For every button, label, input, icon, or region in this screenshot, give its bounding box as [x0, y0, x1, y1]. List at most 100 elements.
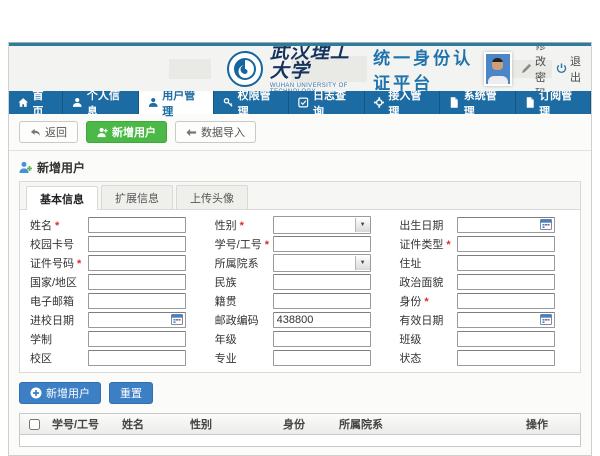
- identity-label: 身份: [399, 293, 457, 309]
- user-plus-icon: [19, 161, 32, 174]
- tab-extended-info[interactable]: 扩展信息: [101, 185, 173, 209]
- class-input[interactable]: [457, 331, 555, 347]
- id-type-label: 证件类型: [399, 236, 457, 252]
- status-input[interactable]: [457, 350, 555, 366]
- address-label: 住址: [399, 255, 457, 271]
- schooling-length-field: 学制: [30, 331, 201, 347]
- name-field: 姓名: [30, 217, 201, 233]
- logout-link[interactable]: 退出: [556, 53, 581, 85]
- col-student-id: 学号/工号: [48, 416, 118, 432]
- nav-item-log-query[interactable]: 日志查询: [289, 91, 364, 114]
- entry-date-label: 进校日期: [30, 312, 88, 328]
- id-number-input[interactable]: [88, 255, 186, 271]
- nav-item-home[interactable]: 首页: [9, 91, 63, 114]
- avatar-head: [492, 58, 503, 70]
- user-table-empty-body: [20, 435, 580, 446]
- student-id-field: 学号/工号: [215, 236, 386, 252]
- campus-input[interactable]: [88, 350, 186, 366]
- nav-item-system-management[interactable]: 系统管理: [440, 91, 515, 114]
- calendar-icon[interactable]: [171, 313, 183, 325]
- toolbar: 返回 新增用户 数据导入: [9, 114, 591, 151]
- class-field: 班级: [399, 331, 570, 347]
- email-label: 电子邮箱: [30, 293, 88, 309]
- tab-basic-info[interactable]: 基本信息: [26, 186, 98, 210]
- grade-input[interactable]: [273, 331, 371, 347]
- native-place-input[interactable]: [273, 293, 371, 309]
- chevron-down-icon: ▼: [355, 256, 370, 270]
- name-input[interactable]: [88, 217, 186, 233]
- country-region-field: 国家/地区: [30, 274, 201, 290]
- id-type-field: 证件类型: [399, 236, 570, 252]
- university-logo: [227, 51, 263, 87]
- nav-item-user-management[interactable]: 用户管理: [139, 91, 214, 114]
- entry-date-field: 进校日期: [30, 312, 201, 328]
- section-title: 新增用户: [19, 159, 581, 176]
- app-window: 武汉理工大学 WUHAN UNIVERSITY OF TECHNOLOGY 统一…: [8, 42, 592, 456]
- col-gender: 性别: [186, 416, 279, 432]
- gender-field: 性别 ▼: [215, 217, 386, 233]
- reset-label: 重置: [120, 385, 142, 401]
- ethnicity-label: 民族: [215, 274, 273, 290]
- campus-card-input[interactable]: [88, 236, 186, 252]
- gender-label: 性别: [215, 217, 273, 233]
- add-user-toolbar-button[interactable]: 新增用户: [86, 121, 167, 143]
- student-id-input[interactable]: [273, 236, 371, 252]
- add-user-toolbar-label: 新增用户: [112, 124, 156, 140]
- ethnicity-input[interactable]: [273, 274, 371, 290]
- nav-item-permission-management[interactable]: 权限管理: [214, 91, 289, 114]
- nav-item-access-management[interactable]: 接入管理: [365, 91, 440, 114]
- address-field: 住址: [399, 255, 570, 271]
- address-input[interactable]: [457, 255, 555, 271]
- select-all-checkbox[interactable]: [29, 419, 40, 430]
- import-arrow-icon: [186, 127, 197, 138]
- user-avatar: [484, 52, 512, 86]
- section-title-text: 新增用户: [37, 159, 85, 176]
- calendar-icon[interactable]: [540, 218, 552, 230]
- birth-date-label: 出生日期: [399, 217, 457, 233]
- identity-field: 身份: [399, 293, 570, 309]
- political-status-label: 政治面貌: [399, 274, 457, 290]
- university-name-cn: 武汉理工大学: [270, 46, 357, 81]
- department-field: 所属院系 ▼: [215, 255, 386, 271]
- data-import-button[interactable]: 数据导入: [175, 121, 256, 143]
- nav-item-personal-info[interactable]: 个人信息: [63, 91, 138, 114]
- campus-label: 校区: [30, 350, 88, 366]
- postal-code-field: 邮政编码: [215, 312, 386, 328]
- postal-code-input[interactable]: [273, 312, 371, 328]
- ethnicity-field: 民族: [215, 274, 386, 290]
- status-field: 状态: [399, 350, 570, 366]
- id-type-input[interactable]: [457, 236, 555, 252]
- home-icon: [18, 97, 28, 108]
- identity-input[interactable]: [457, 293, 555, 309]
- back-button[interactable]: 返回: [19, 121, 78, 143]
- major-input[interactable]: [273, 350, 371, 366]
- header-banner: 武汉理工大学 WUHAN UNIVERSITY OF TECHNOLOGY 统一…: [9, 46, 591, 91]
- change-password-link[interactable]: 修改密码: [521, 46, 547, 91]
- tab-upload-avatar[interactable]: 上传头像: [176, 185, 248, 209]
- valid-date-field: 有效日期: [399, 312, 570, 328]
- banner-skyline-art: [169, 59, 211, 79]
- col-operation: 操作: [522, 416, 580, 432]
- grade-field: 年级: [215, 331, 386, 347]
- valid-date-label: 有效日期: [399, 312, 457, 328]
- new-user-panel: 基本信息 扩展信息 上传头像 姓名 性别 ▼ 出生日期 校园卡号: [19, 181, 581, 373]
- reset-button[interactable]: 重置: [109, 382, 153, 404]
- calendar-icon[interactable]: [540, 313, 552, 325]
- department-select[interactable]: ▼: [273, 254, 371, 272]
- country-region-input[interactable]: [88, 274, 186, 290]
- id-number-label: 证件号码: [30, 255, 88, 271]
- main-nav: 首页 个人信息 用户管理 权限管理 日志查询 接入管理 系统管理 订阅管理: [9, 91, 591, 114]
- email-input[interactable]: [88, 293, 186, 309]
- header-user-area: 修改密码 退出: [484, 46, 581, 91]
- schooling-length-input[interactable]: [88, 331, 186, 347]
- submit-add-user-button[interactable]: 新增用户: [19, 382, 101, 404]
- power-icon: [556, 63, 567, 74]
- political-status-input[interactable]: [457, 274, 555, 290]
- col-identity: 身份: [279, 416, 335, 432]
- gender-select[interactable]: ▼: [273, 216, 371, 234]
- logout-label: 退出: [570, 53, 581, 85]
- nav-item-subscription-management[interactable]: 订阅管理: [516, 91, 591, 114]
- id-number-field: 证件号码: [30, 255, 201, 271]
- student-id-label: 学号/工号: [215, 236, 273, 252]
- col-name: 姓名: [118, 416, 186, 432]
